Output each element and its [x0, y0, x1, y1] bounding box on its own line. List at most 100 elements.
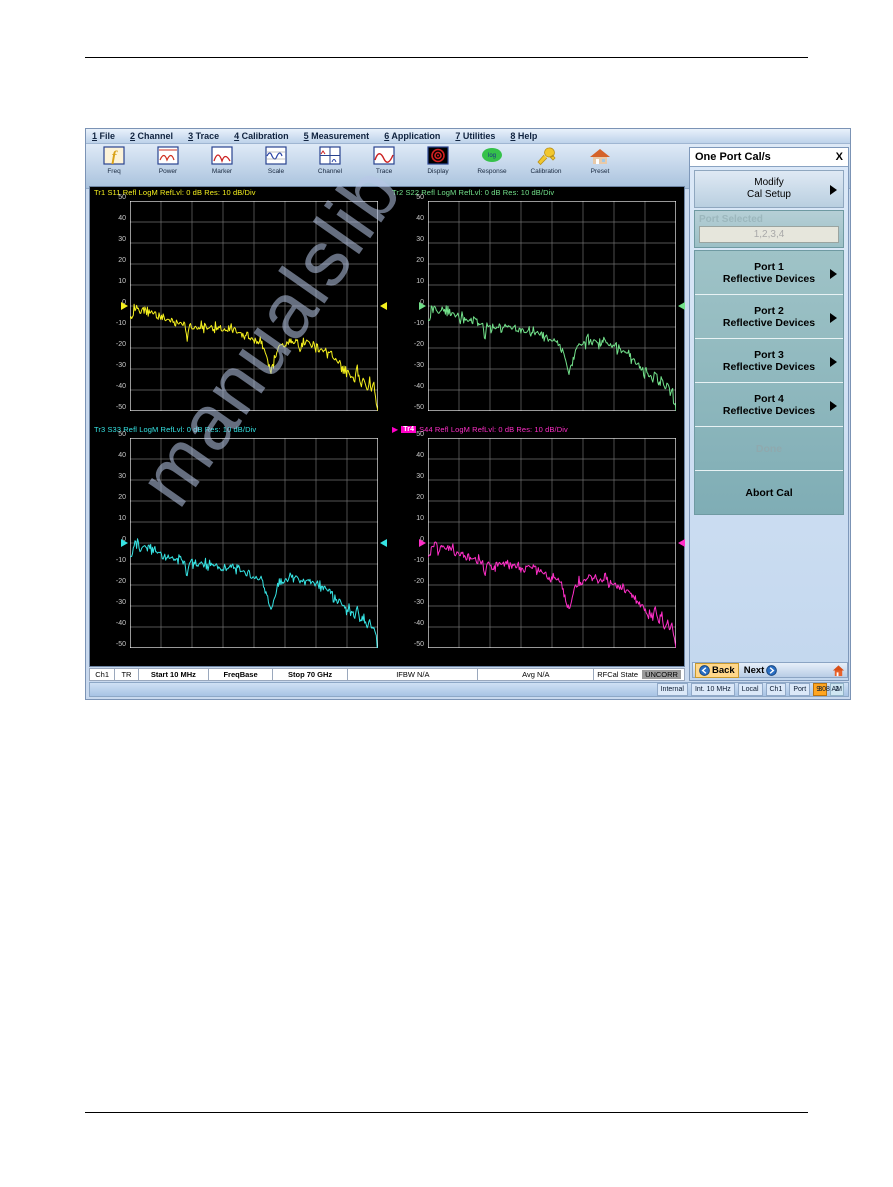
y-axis-tick-label: 50 [416, 193, 424, 201]
port-selected-label: Port Selected [699, 214, 763, 225]
toolbar-button-preset[interactable]: Preset [580, 146, 620, 176]
reference-marker-left-icon[interactable] [419, 302, 426, 310]
plot-area-tr2[interactable] [419, 201, 685, 411]
menu-item-trace[interactable]: 3 Trace [188, 131, 219, 141]
power-icon [156, 146, 180, 168]
reference-marker-left-icon[interactable] [121, 539, 128, 547]
port-4-reflective-devices-button[interactable]: Port 4 Reflective Devices [695, 383, 843, 427]
trace-panel-tr3[interactable]: Tr3 S33 Refl LogM RefLvl: 0 dB Res: 10 d… [90, 424, 388, 661]
port-row-line1: Port 3 [754, 348, 784, 361]
port-row-line2: Reflective Devices [722, 404, 816, 417]
toolbar-button-response[interactable]: log Response [472, 146, 512, 176]
toolbar-button-label: Calibration [530, 168, 562, 175]
y-axis-tick-label: -50 [115, 403, 126, 411]
menu-item-utilities[interactable]: 7 Utilities [455, 131, 495, 141]
port-3-reflective-devices-button[interactable]: Port 3 Reflective Devices [695, 339, 843, 383]
port-row-line2: Reflective Devices [722, 360, 816, 373]
port-selected-field: 1,2,3,4 [699, 226, 839, 243]
toolbar-button-display[interactable]: Display [418, 146, 458, 176]
trace-display-area: Tr1 S11 Refl LogM RefLvl: 0 dB Res: 10 d… [89, 186, 685, 667]
plot-grid [428, 438, 676, 648]
taskbar-cell-int-10-mhz[interactable]: Int. 10 MHz [690, 683, 735, 696]
taskbar-cell-internal[interactable]: Internal [656, 683, 688, 696]
toolbar-button-scale[interactable]: Scale [256, 146, 296, 176]
port-row-line1: Port 2 [754, 304, 784, 317]
modify-cal-setup-button[interactable]: Modify Cal Setup [694, 170, 844, 208]
menu-item-application[interactable]: 6 Application [384, 131, 440, 141]
reference-marker-left-icon[interactable] [419, 539, 426, 547]
y-axis-tick-label: -50 [115, 640, 126, 648]
next-button[interactable]: Next [741, 664, 781, 677]
plot-area-tr3[interactable] [121, 438, 387, 648]
menu-item-label: Calibration [239, 131, 289, 141]
y-axis-tick-label: -50 [413, 640, 424, 648]
menu-item-channel[interactable]: 2 Channel [130, 131, 173, 141]
active-trace-badge: Tr4 [401, 426, 417, 433]
menu-item-label: Help [515, 131, 538, 141]
menu-item-file[interactable]: 1 File [92, 131, 115, 141]
trace-panel-tr4[interactable]: ▶ Tr4 S44 Refl LogM RefLvl: 0 dB Res: 10 d… [388, 424, 686, 661]
y-axis-tick-label: -40 [115, 382, 126, 390]
y-axis-tick-label: 40 [118, 451, 126, 459]
y-axis-tick-label: -10 [115, 319, 126, 327]
y-axis-tick-label: 50 [416, 430, 424, 438]
toolbar-button-calibration[interactable]: Calibration [526, 146, 566, 176]
port-row-line1: Port 4 [754, 392, 784, 405]
toolbar-button-channel[interactable]: Channel [310, 146, 350, 176]
y-axis-tick-label: -30 [115, 361, 126, 369]
y-axis-tick-label: -20 [115, 340, 126, 348]
reference-marker-right-icon[interactable] [678, 539, 685, 547]
menu-item-label: Application [389, 131, 441, 141]
toolbar-button-label: Channel [317, 168, 343, 175]
y-axis-tick-label: 20 [118, 493, 126, 501]
reference-marker-right-icon[interactable] [380, 539, 387, 547]
port-1-reflective-devices-button[interactable]: Port 1 Reflective Devices [695, 251, 843, 295]
status-freq-base: FreqBase [209, 669, 273, 680]
menu-item-label: Measurement [308, 131, 370, 141]
done-button: Done [695, 427, 843, 471]
menu-item-measurement[interactable]: 5 Measurement [304, 131, 370, 141]
trace-panel-tr2[interactable]: Tr2 S22 Refl LogM RefLvl: 0 dB Res: 10 d… [388, 187, 686, 424]
menu-item-help[interactable]: 8 Help [510, 131, 537, 141]
active-trace-arrow-icon: ▶ [392, 424, 399, 434]
page-header-rule [85, 57, 808, 58]
toolbar-button-label: Preset [590, 168, 610, 175]
home-icon[interactable] [832, 664, 845, 677]
taskbar-cell-ch1[interactable]: Ch1 [765, 683, 787, 696]
reference-marker-right-icon[interactable] [678, 302, 685, 310]
y-axis-tick-label: 30 [416, 235, 424, 243]
reference-marker-right-icon[interactable] [380, 302, 387, 310]
marker-icon [210, 146, 234, 168]
toolbar-button-trace[interactable]: Trace [364, 146, 404, 176]
close-icon[interactable]: X [836, 151, 843, 163]
port-selection-group: Port Selected 1,2,3,4 [694, 210, 844, 248]
channel-status-bar: Ch1 TR Start 10 MHz FreqBase Stop 70 GHz… [89, 668, 685, 681]
arrow-right-icon [766, 664, 778, 676]
y-axis-tick-label: 50 [118, 430, 126, 438]
page-footer-rule [85, 1112, 808, 1113]
toolbar-button-marker[interactable]: Marker [202, 146, 242, 176]
status-channel: Ch1 [90, 669, 116, 680]
trace-panel-tr1[interactable]: Tr1 S11 Refl LogM RefLvl: 0 dB Res: 10 d… [90, 187, 388, 424]
plot-grid [130, 201, 378, 411]
y-axis-tick-label: -40 [413, 619, 424, 627]
reference-marker-left-icon[interactable] [121, 302, 128, 310]
abort-cal-button[interactable]: Abort Cal [695, 471, 843, 514]
plot-area-tr1[interactable] [121, 201, 387, 411]
back-button[interactable]: Back [695, 662, 739, 678]
toolbar-button-freq[interactable]: f Freq [94, 146, 134, 176]
toolbar-button-label: Scale [267, 168, 285, 175]
plot-area-tr4[interactable] [419, 438, 685, 648]
toolbar-button-power[interactable]: Power [148, 146, 188, 176]
y-axis-tick-label: -30 [413, 598, 424, 606]
y-axis-tick-label: 10 [416, 277, 424, 285]
menu-item-calibration[interactable]: 4 Calibration [234, 131, 289, 141]
taskbar-cell-port[interactable]: Port [789, 683, 811, 696]
y-axis-tick-label: 10 [416, 514, 424, 522]
toolbar-button-label: Display [427, 168, 449, 175]
y-axis-tick-label: -10 [115, 556, 126, 564]
taskbar-cell-local[interactable]: Local [737, 683, 763, 696]
y-axis-tick-label: 40 [416, 451, 424, 459]
chevron-right-icon [830, 356, 837, 367]
port-2-reflective-devices-button[interactable]: Port 2 Reflective Devices [695, 295, 843, 339]
